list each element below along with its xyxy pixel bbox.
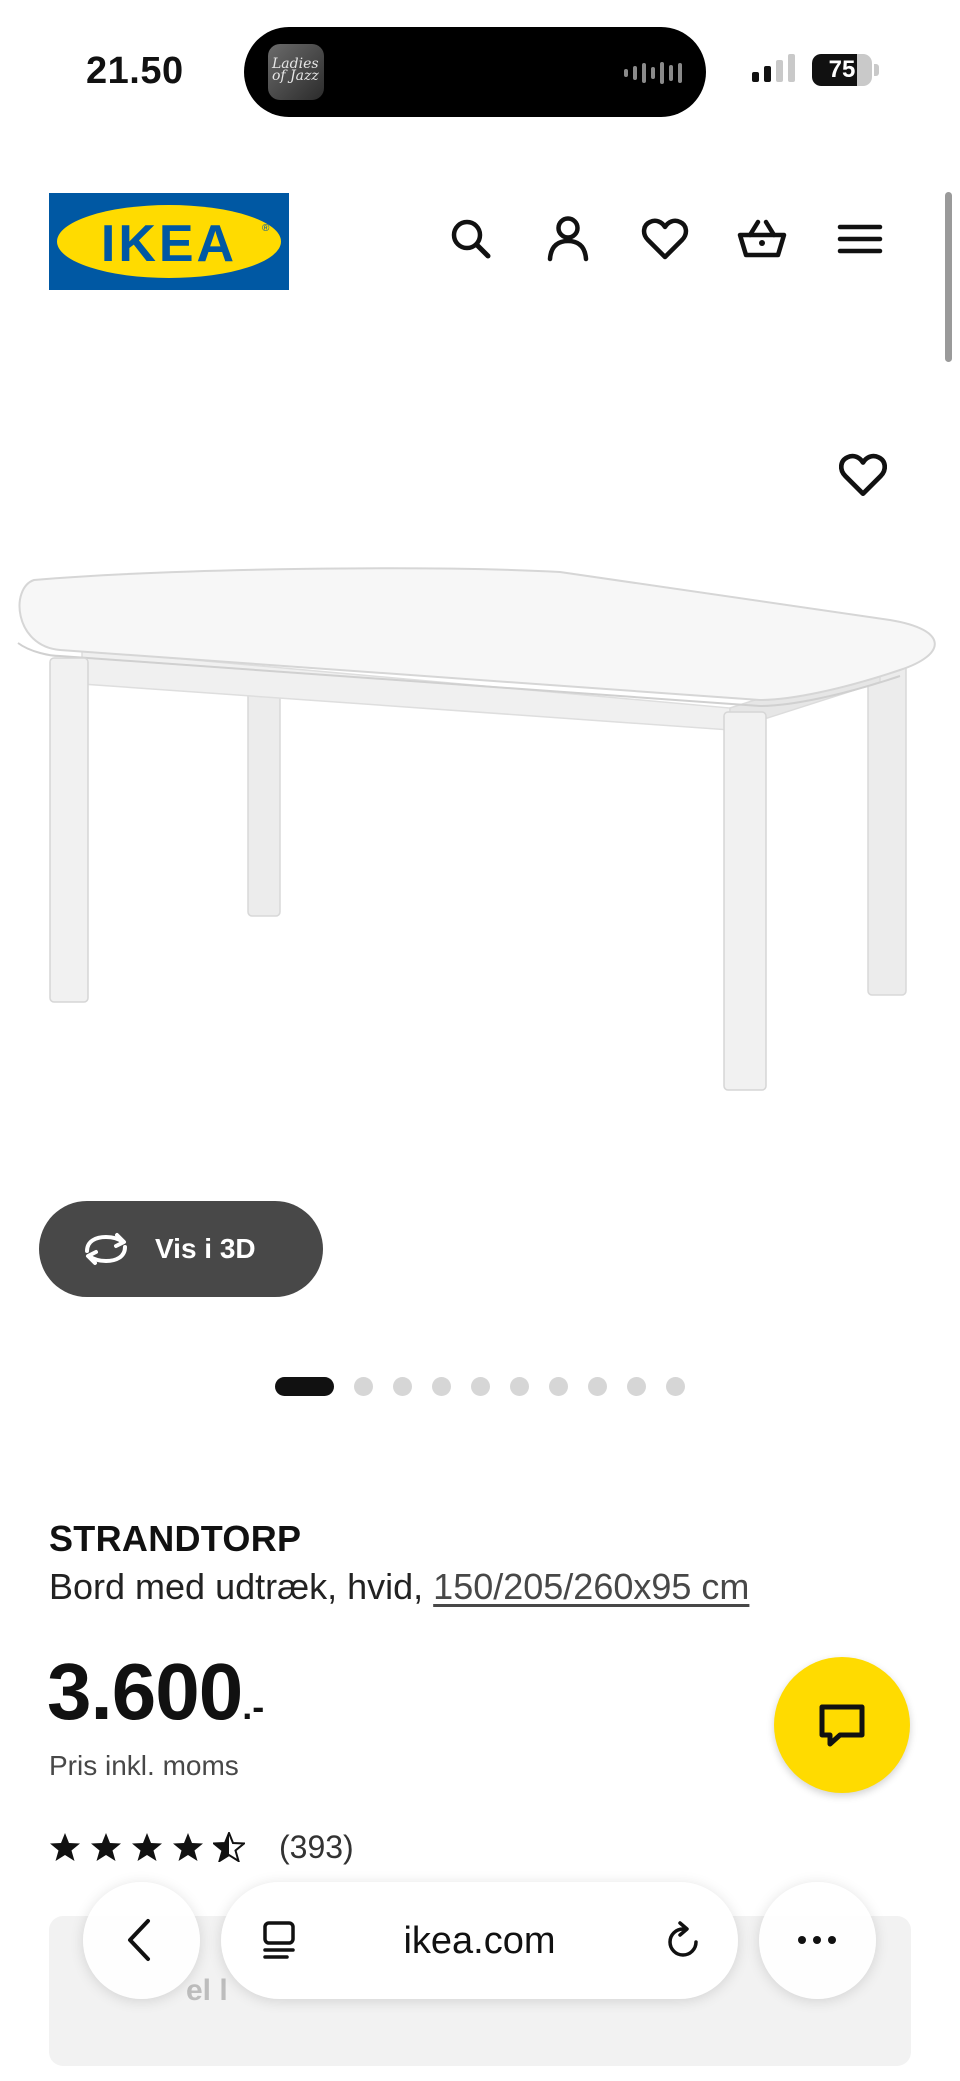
product-price: 3.600.- bbox=[47, 1646, 264, 1738]
ikea-logo[interactable]: IKEA ® bbox=[49, 193, 289, 290]
gallery-dot-9[interactable] bbox=[627, 1377, 646, 1396]
more-icon bbox=[798, 1936, 836, 1944]
product-description: Bord med udtræk, hvid, 150/205/260x95 cm bbox=[49, 1566, 749, 1608]
gallery-dot-8[interactable] bbox=[588, 1377, 607, 1396]
product-description-text: Bord med udtræk, hvid, bbox=[49, 1566, 434, 1607]
gallery-dot-3[interactable] bbox=[393, 1377, 412, 1396]
gallery-dot-1[interactable] bbox=[275, 1377, 334, 1396]
star-icon bbox=[173, 1833, 203, 1861]
review-count[interactable]: (393) bbox=[279, 1829, 354, 1866]
audio-waveform-icon bbox=[624, 62, 682, 84]
star-icon bbox=[50, 1833, 80, 1861]
vat-note: Pris inkl. moms bbox=[49, 1750, 239, 1781]
heart-icon[interactable] bbox=[639, 213, 691, 265]
star-icon bbox=[132, 1833, 162, 1861]
rating-stars[interactable] bbox=[49, 1832, 245, 1862]
save-to-favourites-heart-icon[interactable] bbox=[836, 448, 890, 502]
gallery-dot-4[interactable] bbox=[432, 1377, 451, 1396]
menu-icon[interactable] bbox=[834, 213, 886, 265]
chat-button[interactable] bbox=[774, 1657, 910, 1793]
search-icon[interactable] bbox=[445, 213, 497, 265]
reload-icon[interactable] bbox=[661, 1918, 705, 1962]
account-icon[interactable] bbox=[542, 213, 594, 265]
gallery-dot-6[interactable] bbox=[510, 1377, 529, 1396]
price-amount: 3.600 bbox=[47, 1647, 243, 1736]
view-in-3d-label: Vis i 3D bbox=[155, 1233, 256, 1264]
back-chevron-icon bbox=[128, 1919, 150, 1961]
browser-address-bar[interactable]: ikea.com bbox=[221, 1882, 738, 1999]
product-name: STRANDTORP bbox=[49, 1518, 302, 1559]
battery-icon: 75 bbox=[812, 54, 872, 86]
browser-more-button[interactable] bbox=[759, 1882, 876, 1999]
dynamic-island[interactable]: Ladies of Jazz bbox=[244, 27, 706, 117]
chat-bubble-icon bbox=[819, 1704, 865, 1747]
price-suffix: .- bbox=[242, 1686, 265, 1727]
browser-back-button[interactable] bbox=[83, 1882, 200, 1999]
battery-level: 75 bbox=[828, 56, 856, 83]
cellular-signal-icon bbox=[752, 54, 795, 82]
half-star-icon bbox=[213, 1832, 245, 1862]
basket-icon[interactable] bbox=[736, 213, 788, 265]
status-time: 21.50 bbox=[86, 50, 184, 92]
logo-text: IKEA bbox=[100, 215, 238, 273]
gallery-dot-5[interactable] bbox=[471, 1377, 490, 1396]
gallery-dot-2[interactable] bbox=[354, 1377, 373, 1396]
star-icon bbox=[91, 1833, 121, 1861]
rotate-3d-icon bbox=[85, 1233, 127, 1265]
product-image[interactable] bbox=[0, 560, 960, 1160]
gallery-dot-10[interactable] bbox=[666, 1377, 685, 1396]
gallery-pagination bbox=[275, 1377, 685, 1396]
partially-hidden-card-label: el l bbox=[186, 1974, 228, 2007]
view-in-3d-button[interactable]: Vis i 3D bbox=[39, 1201, 323, 1297]
album-art-text: Ladies of Jazz bbox=[272, 56, 319, 84]
album-art: Ladies of Jazz bbox=[268, 44, 324, 100]
gallery-dot-7[interactable] bbox=[549, 1377, 568, 1396]
scroll-indicator[interactable] bbox=[945, 192, 952, 362]
dimensions-link[interactable]: 150/205/260x95 cm bbox=[433, 1566, 749, 1607]
